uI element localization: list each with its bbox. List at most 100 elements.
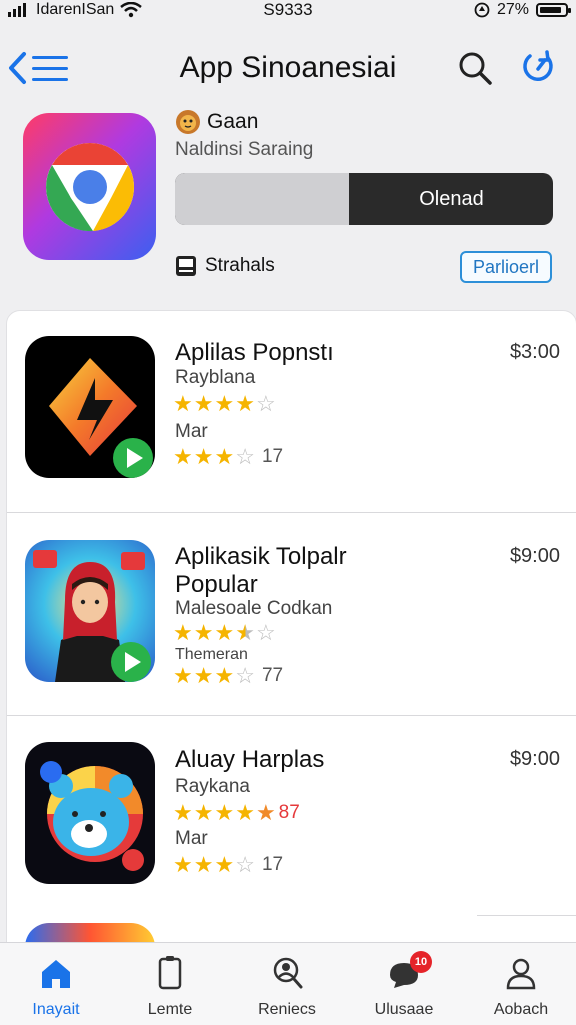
app-category: Themeran [175,646,248,663]
star-filled-icon: ★ [193,620,215,645]
app-icon [25,742,155,884]
star-empty-icon: ☆ [255,620,277,645]
app-developer: Rayblana [175,367,256,388]
star-filled-icon: ★ [214,391,236,416]
tab-label: Aobach [493,1001,549,1018]
list-item[interactable]: Aplilas Popnstı Rayblana ★ ★ ★ ★ ☆ Mar ★… [7,311,576,513]
featured-app: Gaan Naldinsi Saraing Olenad Strahals Pa… [0,105,576,295]
status-bar: IdarenISan S9333 27% [0,0,576,22]
app-list: Aplilas Popnstı Rayblana ★ ★ ★ ★ ☆ Mar ★… [6,310,576,962]
star-filled-icon: ★ [173,620,194,645]
app-title: Aplikasik Tolpalr Popular [175,543,347,598]
star-half-icon: ★ [235,620,256,645]
tab-label: Reniecs [258,1001,316,1018]
app-category: Mar [175,421,208,442]
rating-stars-secondary: ★ ★ ★ ☆ 17 [173,444,283,470]
tab-account[interactable]: Aobach [471,951,571,1021]
tab-label: Lemte [147,1001,193,1018]
star-filled-icon: ★ [214,444,236,469]
search-icon [459,52,492,85]
rating-count: 77 [261,665,284,686]
star-filled-icon: ★ [235,391,256,416]
refresh-button[interactable] [518,48,558,88]
play-arrow-logo-icon [49,358,153,478]
featured-app-icon[interactable] [23,113,156,260]
app-category: Mar [175,828,208,849]
star-filled-icon: ★ [193,852,215,877]
list-item[interactable]: Aluay Harplas Raykana ★ ★ ★ ★ ★ 87 Mar ★… [7,716,576,916]
star-filled-icon: ★ [173,444,194,469]
avatar-character-icon [33,550,151,682]
tab-messages[interactable]: 10 Ulusaae [354,951,454,1021]
rating-stars-secondary: ★ ★ ★ ☆ 77 [173,663,283,689]
rating-stars-secondary: ★ ★ ★ ☆ 17 [173,852,283,878]
star-filled-icon: ★ [193,444,215,469]
star-empty-icon: ☆ [235,663,256,688]
app-icon [25,336,155,478]
app-developer: Malesoale Codkan [175,598,333,619]
battery-icon [536,3,571,17]
action-button[interactable]: Parlioerl [460,251,552,283]
star-empty-icon: ☆ [255,391,277,416]
search-person-icon [273,957,303,989]
download-progress-button[interactable]: Olenad [175,173,553,225]
featured-app-name-row: Gaan [175,109,258,135]
lion-emoji-icon [176,110,200,134]
progress-fill [175,173,349,225]
app-title: Aluay Harplas [175,746,325,773]
divider [477,915,576,916]
battery-percent: 27% [496,1,529,18]
star-filled-icon: ★ [235,800,256,825]
battery-level [540,7,562,13]
search-button[interactable] [455,48,495,88]
rating-count: 87 [278,802,300,823]
tab-label: Inayait [32,1001,80,1018]
person-icon [506,958,536,990]
rating-count: 17 [261,854,284,875]
status-right: 27% [474,1,571,19]
browser-logo-icon [46,143,134,232]
star-filled-icon: ★ [173,391,194,416]
chart-box-icon [176,256,196,276]
star-filled-icon: ★ [214,852,236,877]
progress-label: Olenad [419,187,484,210]
app-developer: Raykana [175,776,250,797]
featured-app-subtitle: Naldinsi Saraing [175,139,314,160]
star-filled-icon: ★ [193,800,215,825]
star-filled-icon: ★ [193,663,215,688]
star-filled-icon: ★ [193,391,215,416]
tablet-icon [158,956,182,990]
rating-stars: ★ ★ ★ ★ ☆ [173,620,277,646]
nav-bar: App Sinoanesiai [0,38,576,98]
tab-home[interactable]: Inayait [6,951,106,1021]
tab-bar: Inayait Lemte Reniecs 10 Ulusaae Aobach [0,942,576,1025]
refresh-icon [523,50,553,82]
list-item[interactable]: Aplikasik Tolpalr Popular Malesoale Codk… [7,513,576,716]
star-empty-icon: ☆ [235,852,256,877]
stats-row: Strahals [175,255,275,277]
star-half-icon: ★ [255,800,277,825]
app-price[interactable]: $9:00 [510,545,560,568]
rating-count: 17 [261,446,284,467]
app-price[interactable]: $3:00 [510,341,560,364]
home-icon [42,960,70,988]
star-filled-icon: ★ [214,620,236,645]
rating-stars: ★ ★ ★ ★ ☆ [173,391,277,417]
location-lock-icon [474,2,490,18]
app-title: Aplilas Popnstı [175,339,334,366]
app-price[interactable]: $9:00 [510,748,560,771]
bear-logo-icon [40,761,144,871]
tab-label: Ulusaae [374,1001,434,1018]
star-filled-icon: ★ [214,800,236,825]
rating-stars: ★ ★ ★ ★ ★ 87 [173,800,300,826]
star-filled-icon: ★ [173,663,194,688]
tab-tablet[interactable]: Lemte [120,951,220,1021]
tab-reviews[interactable]: Reniecs [237,951,337,1021]
star-empty-icon: ☆ [235,444,256,469]
app-icon [25,540,155,682]
star-filled-icon: ★ [173,800,194,825]
notification-badge: 10 [410,951,432,973]
star-filled-icon: ★ [173,852,194,877]
star-filled-icon: ★ [214,663,236,688]
featured-app-name: Gaan [207,110,259,133]
